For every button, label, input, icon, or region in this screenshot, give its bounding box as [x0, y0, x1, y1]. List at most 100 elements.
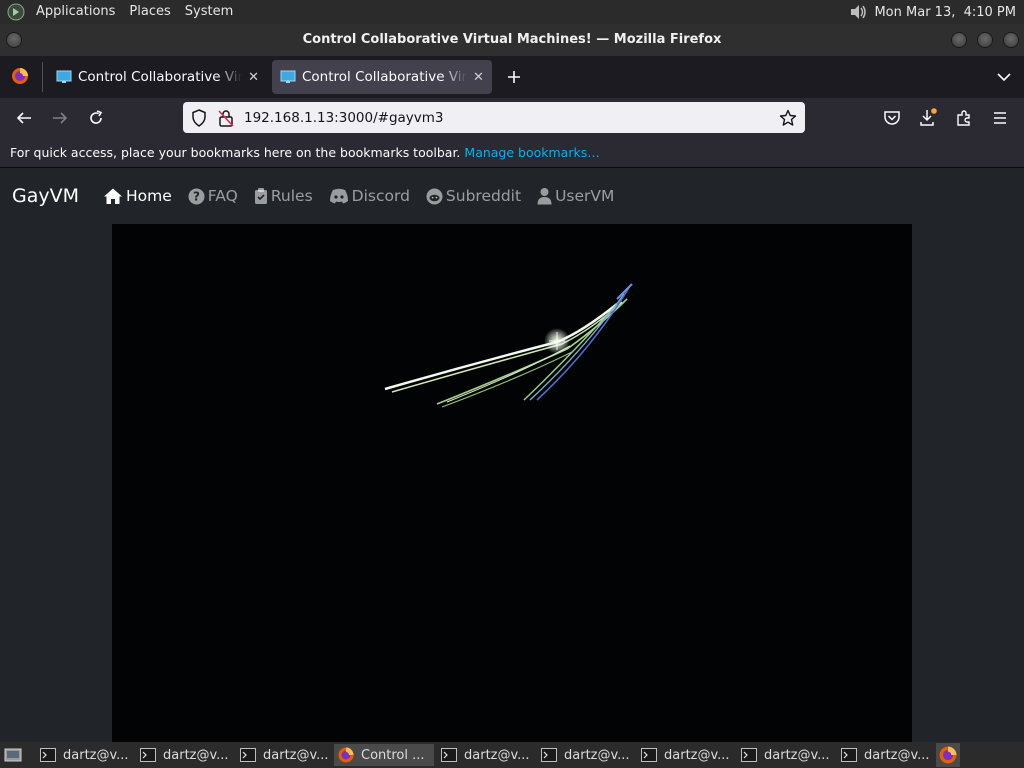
back-button[interactable]	[12, 106, 36, 130]
forward-arrow-icon	[53, 112, 68, 124]
insecure-lock-icon[interactable]	[218, 109, 234, 127]
svg-text:?: ?	[193, 189, 200, 203]
nav-link-uservm[interactable]: UserVM	[537, 187, 614, 205]
taskbar-item-label: Control ...	[361, 747, 425, 763]
tab-title: Control Collaborative Virtual Machines!	[302, 69, 467, 85]
taskbar-item-terminal-2[interactable]: dartz@v...	[136, 744, 234, 766]
reddit-icon	[426, 188, 443, 204]
user-icon	[537, 188, 552, 205]
new-tab-plus-icon[interactable]	[506, 69, 522, 85]
terminal-icon	[140, 748, 156, 762]
bookmarks-empty-message: For quick access, place your bookmarks h…	[10, 145, 461, 160]
taskbar-item-label: dartz@v...	[163, 747, 229, 763]
home-icon	[104, 188, 123, 204]
window-menu-button[interactable]	[6, 32, 22, 48]
nav-link-discord[interactable]: Discord	[329, 187, 410, 205]
taskbar-item-terminal-8[interactable]: dartz@v...	[837, 744, 935, 766]
terminal-icon	[441, 748, 457, 762]
tab-1[interactable]: Control Collaborative Virtual Machines! …	[48, 60, 267, 94]
question-icon: ?	[188, 188, 205, 204]
taskbar-item-label: dartz@v...	[263, 747, 329, 763]
manage-bookmarks-link[interactable]: Manage bookmarks…	[464, 145, 599, 160]
terminal-icon	[541, 748, 557, 762]
places-menu[interactable]: Places	[122, 0, 177, 24]
show-desktop-icon[interactable]	[4, 747, 22, 763]
shield-tracking-protection-icon[interactable]	[191, 108, 207, 127]
applications-menu[interactable]: Applications	[29, 0, 122, 24]
app-menu-button[interactable]	[988, 106, 1012, 130]
terminal-icon	[641, 748, 657, 762]
monitor-favicon-icon	[56, 70, 72, 83]
nav-link-label: Subreddit	[445, 187, 522, 205]
monitor-favicon-icon	[280, 70, 296, 83]
maximize-button[interactable]	[977, 32, 993, 48]
taskbar-item-terminal-3[interactable]: dartz@v...	[236, 744, 334, 766]
taskbar-item-label: dartz@v...	[864, 747, 930, 763]
window-titlebar[interactable]: Control Collaborative Virtual Machines! …	[0, 24, 1024, 56]
bookmarks-toolbar: For quick access, place your bookmarks h…	[0, 138, 1024, 168]
forward-button[interactable]	[48, 106, 72, 130]
tab-strip: Control Collaborative Virtual Machines! …	[0, 56, 1024, 98]
nav-link-label: Home	[126, 187, 172, 205]
firefox-view-icon[interactable]	[11, 67, 29, 85]
hamburger-menu-icon	[994, 112, 1006, 124]
close-tab-icon[interactable]: ✕	[248, 70, 259, 85]
speaker-icon[interactable]	[848, 3, 868, 21]
taskbar-item-label: dartz@v...	[63, 747, 129, 763]
terminal-icon	[40, 748, 56, 762]
taskbar-item-firefox[interactable]: Control ...	[334, 744, 434, 766]
window-title: Control Collaborative Virtual Machines! …	[302, 32, 722, 47]
terminal-icon	[841, 748, 857, 762]
bottom-taskbar: dartz@v... dartz@v... dartz@v... Control…	[0, 742, 1024, 768]
taskbar-item-label: dartz@v...	[564, 747, 630, 763]
extensions-button[interactable]	[952, 106, 976, 130]
nav-link-subreddit[interactable]: Subreddit	[426, 187, 521, 205]
list-all-tabs-chevron-icon[interactable]	[996, 70, 1012, 84]
reload-button[interactable]	[84, 106, 108, 130]
taskbar-item-terminal-5[interactable]: dartz@v...	[537, 744, 635, 766]
tab-separator	[42, 62, 43, 92]
tab-title: Control Collaborative Virtual Machines!	[78, 69, 243, 85]
nav-link-label: Rules	[270, 187, 313, 205]
pocket-icon	[884, 111, 900, 125]
system-menu[interactable]: System	[178, 0, 240, 24]
top-panel: Applications Places System Mon Mar 13, 4…	[0, 0, 1024, 24]
taskbar-item-terminal-7[interactable]: dartz@v...	[737, 744, 835, 766]
nav-link-rules[interactable]: Rules	[254, 187, 313, 205]
nav-link-faq[interactable]: ? FAQ	[188, 187, 238, 205]
site-navbar: GayVM Home ? FAQ Rules Discord Subreddit…	[0, 168, 1024, 224]
clock[interactable]: Mon Mar 13, 4:10 PM	[874, 5, 1016, 20]
vm-screen[interactable]	[112, 224, 912, 742]
pocket-button[interactable]	[880, 106, 904, 130]
terminal-icon	[240, 748, 256, 762]
url-text[interactable]: 192.168.1.13:3000/#gayvm3	[244, 110, 444, 126]
download-icon	[920, 108, 937, 126]
firefox-icon	[338, 747, 354, 763]
vm-screensaver-streak-image	[384, 283, 633, 408]
taskbar-item-terminal-4[interactable]: dartz@v...	[437, 744, 535, 766]
bookmark-star-icon[interactable]	[779, 109, 797, 127]
url-bar[interactable]: 192.168.1.13:3000/#gayvm3	[183, 102, 805, 133]
reload-icon	[90, 110, 103, 124]
downloads-button[interactable]	[916, 106, 940, 130]
nav-link-home[interactable]: Home	[103, 187, 172, 205]
web-page: GayVM Home ? FAQ Rules Discord Subreddit…	[0, 168, 1024, 742]
clipboard-icon	[254, 188, 267, 204]
gnome-foot-icon[interactable]	[7, 3, 25, 21]
navigation-toolbar: 192.168.1.13:3000/#gayvm3	[0, 98, 1024, 138]
tab-2-active[interactable]: Control Collaborative Virtual Machines! …	[272, 60, 492, 94]
minimize-button[interactable]	[951, 32, 967, 48]
taskbar-item-terminal-6[interactable]: dartz@v...	[637, 744, 735, 766]
taskbar-firefox-launcher[interactable]	[936, 743, 960, 767]
site-brand[interactable]: GayVM	[12, 185, 79, 207]
nav-link-label: UserVM	[555, 187, 615, 205]
back-arrow-icon	[16, 112, 31, 124]
nav-link-label: Discord	[351, 187, 410, 205]
taskbar-item-terminal-1[interactable]: dartz@v...	[36, 744, 134, 766]
close-window-button[interactable]	[1003, 32, 1019, 48]
taskbar-item-label: dartz@v...	[764, 747, 830, 763]
discord-icon	[329, 188, 348, 204]
close-tab-icon[interactable]: ✕	[473, 70, 484, 85]
puzzle-piece-icon	[957, 110, 970, 126]
nav-link-label: FAQ	[207, 187, 238, 205]
